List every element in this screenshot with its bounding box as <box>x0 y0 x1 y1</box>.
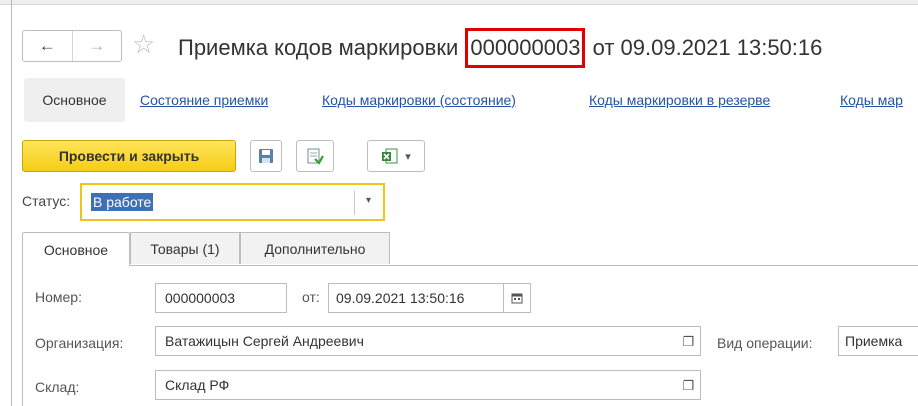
section-tab-marking-codes-reserve[interactable]: Коды маркировки в резерве <box>589 92 770 108</box>
organization-value: Ватажицын Сергей Андреевич <box>165 333 364 349</box>
number-field[interactable]: 000000003 <box>155 283 287 313</box>
section-tab-marking-codes-more[interactable]: Коды мар <box>840 92 903 108</box>
warehouse-field[interactable]: Склад РФ ❐ <box>155 370 701 400</box>
window-top-rule <box>0 0 918 5</box>
tab-goods[interactable]: Товары (1) <box>130 232 240 264</box>
tab-additional[interactable]: Дополнительно <box>240 232 390 264</box>
arrow-right-icon: → <box>88 36 106 55</box>
organization-field[interactable]: Ватажицын Сергей Андреевич ❐ <box>155 326 701 356</box>
calendar-icon <box>511 293 523 304</box>
title-suffix: от 09.09.2021 13:50:16 <box>586 35 823 60</box>
calendar-button[interactable] <box>503 283 531 313</box>
operation-field[interactable]: Приемка <box>838 326 918 356</box>
star-icon[interactable]: ☆ <box>132 29 155 59</box>
status-divider <box>354 191 355 215</box>
organization-label: Организация: <box>35 335 124 351</box>
operation-label: Вид операции: <box>717 335 813 351</box>
chevron-down-icon: ▾ <box>405 150 411 163</box>
warehouse-label: Склад: <box>35 379 80 395</box>
open-icon[interactable]: ❐ <box>682 378 694 394</box>
title-prefix: Приемка кодов маркировки <box>178 35 465 60</box>
excel-export-button[interactable]: ▾ <box>367 140 425 172</box>
section-tab-main[interactable]: Основное <box>24 78 125 122</box>
status-value: В работе <box>91 193 154 211</box>
post-and-close-button[interactable]: Провести и закрыть <box>22 140 236 172</box>
post-button[interactable] <box>296 140 334 172</box>
panel-left-border <box>22 265 23 406</box>
title-number-highlight: 000000003 <box>465 28 586 68</box>
date-label: от: <box>302 289 320 305</box>
nav-buttons: ← → <box>22 30 122 62</box>
window-left-border <box>11 0 12 406</box>
forward-button[interactable]: → <box>71 31 122 61</box>
post-document-icon <box>307 148 324 165</box>
tab-main[interactable]: Основное <box>22 232 130 266</box>
section-tab-marking-codes-status[interactable]: Коды маркировки (состояние) <box>322 92 516 108</box>
status-label: Статус: <box>22 193 71 209</box>
status-select[interactable]: В работе ▾ <box>80 183 385 221</box>
section-tab-acceptance-status[interactable]: Состояние приемки <box>140 92 268 108</box>
chevron-down-icon[interactable]: ▾ <box>366 195 371 206</box>
open-icon[interactable]: ❐ <box>682 334 694 350</box>
warehouse-value: Склад РФ <box>165 377 230 393</box>
back-button[interactable]: ← <box>23 31 72 61</box>
date-field[interactable]: 09.09.2021 13:50:16 <box>328 283 504 313</box>
number-label: Номер: <box>35 289 82 305</box>
excel-icon <box>382 148 398 164</box>
page-title: Приемка кодов маркировки 000000003 от 09… <box>178 28 823 68</box>
arrow-left-icon: ← <box>38 36 56 55</box>
floppy-disk-icon <box>259 149 273 163</box>
save-button[interactable] <box>250 140 282 172</box>
